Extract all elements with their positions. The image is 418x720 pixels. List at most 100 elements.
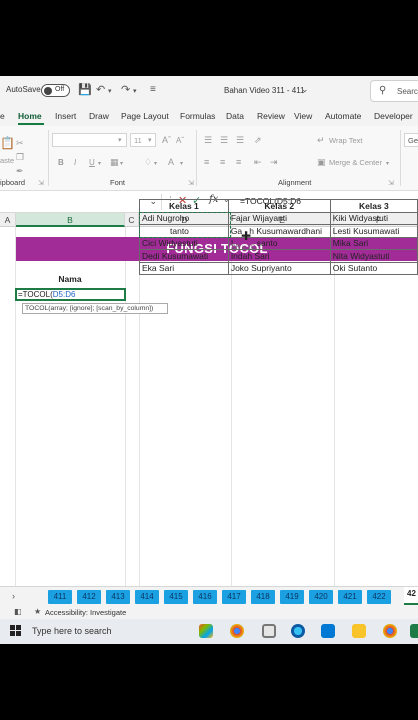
italic-button[interactable]: I bbox=[74, 158, 76, 167]
tab-draw[interactable]: Draw bbox=[89, 111, 109, 121]
decrease-indent-icon[interactable]: ⇤ bbox=[254, 157, 262, 167]
search-box[interactable]: ⚲ Searc bbox=[370, 80, 418, 102]
macro-record-icon[interactable]: ◧ bbox=[14, 607, 22, 616]
table-cell[interactable]: Eka Sari bbox=[139, 261, 229, 275]
sheet-tab-418[interactable]: 418 bbox=[251, 590, 275, 604]
cut-icon[interactable]: ✂ bbox=[16, 138, 24, 148]
tab-file[interactable]: e bbox=[0, 111, 5, 121]
clipboard-launcher-icon[interactable]: ⇲ bbox=[38, 179, 44, 189]
align-middle-icon[interactable]: ☰ bbox=[220, 135, 228, 145]
chrome-icon[interactable] bbox=[383, 624, 397, 638]
align-center-icon[interactable]: ≡ bbox=[220, 157, 225, 167]
sheet-tab-415[interactable]: 415 bbox=[164, 590, 188, 604]
accessibility-status[interactable]: Accessibility: Investigate bbox=[45, 608, 126, 617]
borders-dropdown-icon[interactable]: ▾ bbox=[120, 159, 123, 169]
font-name-select[interactable] bbox=[52, 133, 127, 147]
name-box[interactable]: ⌄ bbox=[0, 194, 162, 210]
excel-taskbar-icon[interactable] bbox=[410, 624, 418, 638]
table-cell[interactable]: Mika Sari bbox=[329, 236, 418, 250]
kelas-3-header[interactable]: Kelas 3 bbox=[329, 199, 418, 213]
font-color-icon[interactable]: A bbox=[168, 157, 174, 167]
sheet-tab-420[interactable]: 420 bbox=[309, 590, 333, 604]
tab-formulas[interactable]: Formulas bbox=[180, 111, 215, 121]
table-cell[interactable]: Kiki Widyastuti bbox=[329, 211, 418, 225]
redo-icon[interactable]: ↷ bbox=[121, 84, 130, 96]
worksheet-grid[interactable]: FUNGSI TOCOL Nama =TOCOL(D5:D6 TOCOL(arr… bbox=[0, 227, 418, 586]
tab-insert[interactable]: Insert bbox=[55, 111, 76, 121]
align-bottom-icon[interactable]: ☰ bbox=[236, 135, 244, 145]
table-cell[interactable]: tanto bbox=[139, 224, 229, 238]
tab-home[interactable]: Home bbox=[18, 111, 42, 121]
sheet-tab-422[interactable]: 422 bbox=[367, 590, 391, 604]
accessibility-icon[interactable]: ★ bbox=[34, 607, 41, 616]
undo-icon[interactable]: ↶ bbox=[96, 84, 105, 96]
wrap-text-button[interactable]: Wrap Text bbox=[329, 136, 363, 145]
align-top-icon[interactable]: ☰ bbox=[204, 135, 212, 145]
autosave-toggle[interactable]: Off bbox=[41, 84, 70, 97]
tab-view[interactable]: View bbox=[294, 111, 312, 121]
table-cell[interactable]: Lesti Kusumawati bbox=[329, 224, 418, 238]
table-cell[interactable]: Oki Sutanto bbox=[329, 261, 418, 275]
bold-button[interactable]: B bbox=[58, 158, 64, 167]
undo-dropdown-icon[interactable]: ▾ bbox=[108, 86, 112, 98]
fill-color-dropdown-icon[interactable]: ▾ bbox=[154, 159, 157, 169]
kelas-2-header[interactable]: Kelas 2 bbox=[227, 199, 331, 213]
font-size-select[interactable]: 11 bbox=[130, 133, 156, 147]
edge-icon[interactable] bbox=[291, 624, 305, 638]
nama-header[interactable]: Nama bbox=[16, 274, 124, 284]
table-cell[interactable]: Joko Supriyanto bbox=[227, 261, 331, 275]
increase-indent-icon[interactable]: ⇥ bbox=[270, 157, 278, 167]
function-tooltip[interactable]: TOCOL(array; [ignore]; [scan_by_column]) bbox=[22, 303, 168, 314]
table-cell[interactable]: Adi Nugroho bbox=[139, 211, 229, 225]
fill-color-icon[interactable]: ♢ bbox=[144, 157, 152, 167]
column-header-c[interactable]: C bbox=[125, 213, 139, 227]
task-view-icon[interactable] bbox=[262, 624, 276, 638]
table-cell[interactable]: Nita Widyastuti bbox=[329, 249, 418, 263]
customize-toolbar-icon[interactable]: ≡ bbox=[150, 84, 156, 96]
tab-review[interactable]: Review bbox=[257, 111, 285, 121]
underline-dropdown-icon[interactable]: ▾ bbox=[98, 159, 101, 169]
align-right-icon[interactable]: ≡ bbox=[236, 157, 241, 167]
tab-developer[interactable]: Developer bbox=[374, 111, 413, 121]
save-icon[interactable]: 💾 bbox=[78, 84, 92, 96]
tab-data[interactable]: Data bbox=[226, 111, 244, 121]
column-header-a[interactable]: A bbox=[0, 213, 16, 227]
file-explorer-icon[interactable] bbox=[352, 624, 366, 638]
wrap-text-icon[interactable]: ↵ bbox=[317, 135, 325, 145]
merge-dropdown-icon[interactable]: ▾ bbox=[386, 159, 389, 169]
taskbar-search-input[interactable]: Type here to search bbox=[32, 626, 112, 636]
table-cell[interactable]: Indah Sari bbox=[227, 249, 331, 263]
merge-center-button[interactable]: Merge & Center bbox=[329, 158, 382, 167]
table-cell[interactable]: Dedi Kusumawati bbox=[139, 249, 229, 263]
copy-icon[interactable]: ❐ bbox=[16, 152, 24, 162]
sheet-tab-412[interactable]: 412 bbox=[77, 590, 101, 604]
sheet-tab-421[interactable]: 421 bbox=[338, 590, 362, 604]
active-cell[interactable]: =TOCOL(D5:D6 bbox=[15, 288, 126, 301]
chrome-icon[interactable] bbox=[230, 624, 244, 638]
tab-automate[interactable]: Automate bbox=[325, 111, 361, 121]
table-cell[interactable]: Cici Widyastuti bbox=[139, 236, 229, 250]
format-painter-icon[interactable]: ✒ bbox=[16, 166, 24, 176]
copilot-icon[interactable] bbox=[199, 624, 213, 638]
redo-dropdown-icon[interactable]: ▾ bbox=[133, 86, 137, 98]
chevron-down-icon[interactable]: ⌄ bbox=[301, 84, 309, 95]
number-format-select[interactable]: Ge bbox=[404, 133, 418, 147]
paste-icon[interactable]: 📋 bbox=[0, 137, 15, 149]
sheet-tab-411[interactable]: 411 bbox=[48, 590, 72, 604]
merge-center-icon[interactable]: ▣ bbox=[317, 157, 326, 167]
scroll-tabs-icon[interactable]: › bbox=[12, 591, 15, 601]
decrease-font-icon[interactable]: Aˇ bbox=[176, 136, 184, 146]
table-cell[interactable]: Fajar Wijayanti bbox=[227, 211, 331, 225]
sheet-tab-417[interactable]: 417 bbox=[222, 590, 246, 604]
sheet-tab-active[interactable]: 42 bbox=[404, 587, 418, 605]
underline-button[interactable]: U bbox=[89, 158, 95, 167]
paste-label[interactable]: aste bbox=[0, 156, 14, 165]
font-launcher-icon[interactable]: ⇲ bbox=[188, 179, 194, 189]
kelas-1-header[interactable]: Kelas 1 bbox=[139, 199, 229, 213]
sheet-tab-414[interactable]: 414 bbox=[135, 590, 159, 604]
font-size-dropdown-icon[interactable]: ▾ bbox=[148, 136, 152, 146]
mail-icon[interactable] bbox=[321, 624, 335, 638]
column-header-b[interactable]: B bbox=[16, 213, 125, 227]
orientation-icon[interactable]: ⇗ bbox=[254, 135, 262, 145]
sheet-tab-416[interactable]: 416 bbox=[193, 590, 217, 604]
